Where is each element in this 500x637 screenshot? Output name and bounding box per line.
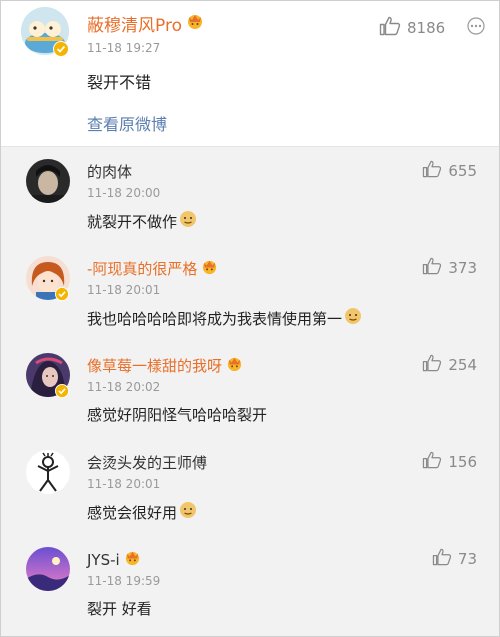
view-original-link[interactable]: 查看原微博 <box>87 111 167 135</box>
avatar[interactable] <box>26 159 70 203</box>
reply-username-row[interactable]: 会烫头发的王师傅 <box>87 452 207 473</box>
reply-like-button[interactable]: 254 <box>422 354 477 376</box>
thumbs-up-icon <box>432 548 452 570</box>
reply-timestamp: 11-18 20:02 <box>87 380 161 394</box>
reply-text-row: 裂开 好看 <box>87 598 152 619</box>
reply-text-row: 感觉会很好用 <box>87 501 197 523</box>
reply-username[interactable]: 像草莓一樣甜的我呀 <box>87 355 222 376</box>
verified-badge-icon <box>53 41 69 61</box>
avatar[interactable] <box>26 547 70 591</box>
reply-item: 的肉体 11-18 20:00 就裂开不做作 655 <box>1 151 499 248</box>
main-like-button[interactable]: 8186 <box>379 16 445 40</box>
reply-username[interactable]: -阿现真的很严格 <box>87 258 197 279</box>
reply-text: 感觉会很好用 <box>87 503 178 522</box>
reply-username-row[interactable]: 像草莓一樣甜的我呀 <box>87 355 243 376</box>
reply-username-row[interactable]: JYS-i <box>87 549 141 570</box>
reply-like-button[interactable]: 73 <box>432 548 477 570</box>
main-username[interactable]: 蔽穆清风Pro <box>87 11 182 36</box>
doge-emoji-icon <box>179 210 197 232</box>
thumbs-up-icon <box>422 160 442 182</box>
replies-section: 的肉体 11-18 20:00 就裂开不做作 655 -阿现真的很严格 11-1… <box>1 147 499 636</box>
doge-emoji-icon <box>344 307 362 329</box>
reply-timestamp: 11-18 20:00 <box>87 186 161 200</box>
reply-like-count: 254 <box>448 356 477 374</box>
main-timestamp: 11-18 19:27 <box>87 41 161 55</box>
reply-like-count: 373 <box>448 259 477 277</box>
reply-username[interactable]: 会烫头发的王师傅 <box>87 452 207 473</box>
reply-username-row[interactable]: -阿现真的很严格 <box>87 258 218 279</box>
more-options-icon[interactable] <box>467 17 485 39</box>
reply-item: -阿现真的很严格 11-18 20:01 我也哈哈哈哈即将成为我表情使用第一 3… <box>1 248 499 345</box>
reply-text: 裂开 好看 <box>87 600 152 618</box>
crown-face-icon <box>186 12 204 35</box>
reply-timestamp: 11-18 19:59 <box>87 574 161 588</box>
reply-text-row: 感觉好阴阳怪气哈哈哈裂开 <box>87 404 267 425</box>
main-like-count: 8186 <box>407 19 446 37</box>
reply-username-row[interactable]: 的肉体 <box>87 161 132 182</box>
reply-text: 感觉好阴阳怪气哈哈哈裂开 <box>87 406 268 424</box>
reply-text: 我也哈哈哈哈即将成为我表情使用第一 <box>87 309 343 328</box>
main-comment: 蔽穆清风Pro 11-18 19:27 裂开不错 查看原微博 8186 <box>1 1 499 147</box>
reply-like-button[interactable]: 655 <box>422 160 477 182</box>
thumbs-up-icon <box>379 16 401 40</box>
main-comment-text: 裂开不错 <box>87 73 152 92</box>
reply-item: 像草莓一樣甜的我呀 11-18 20:02 感觉好阴阳怪气哈哈哈裂开 254 <box>1 345 499 442</box>
verified-badge-icon <box>55 383 69 402</box>
reply-username[interactable]: JYS-i <box>87 551 120 569</box>
reply-timestamp: 11-18 20:01 <box>87 283 161 297</box>
thumbs-up-icon <box>422 257 442 279</box>
reply-like-count: 156 <box>448 453 477 471</box>
reply-like-button[interactable]: 373 <box>422 257 477 279</box>
crown-face-icon <box>201 258 218 279</box>
reply-text-row: 我也哈哈哈哈即将成为我表情使用第一 <box>87 307 362 329</box>
reply-like-count: 655 <box>448 162 477 180</box>
reply-text: 就裂开不做作 <box>87 212 178 231</box>
crown-face-icon <box>124 549 141 570</box>
crown-face-icon <box>226 355 243 376</box>
doge-emoji-icon <box>179 501 197 523</box>
reply-timestamp: 11-18 20:01 <box>87 477 161 491</box>
thumbs-up-icon <box>422 451 442 473</box>
reply-text-row: 就裂开不做作 <box>87 210 197 232</box>
thumbs-up-icon <box>422 354 442 376</box>
reply-item: JYS-i 11-18 19:59 裂开 好看 73 <box>1 539 499 636</box>
main-username-row[interactable]: 蔽穆清风Pro <box>87 11 204 36</box>
reply-username[interactable]: 的肉体 <box>87 161 132 182</box>
stick-figure-avatar-icon[interactable] <box>26 450 70 494</box>
reply-item: 会烫头发的王师傅 11-18 20:01 感觉会很好用 156 <box>1 442 499 539</box>
reply-like-button[interactable]: 156 <box>422 451 477 473</box>
reply-like-count: 73 <box>457 550 477 568</box>
verified-badge-icon <box>55 286 69 305</box>
